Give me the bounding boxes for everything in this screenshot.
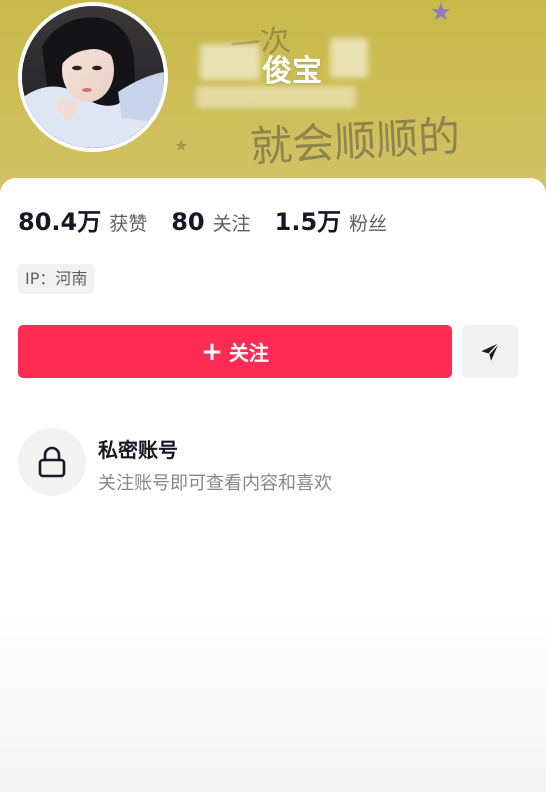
star-icon: ★ bbox=[174, 136, 189, 155]
stat-following[interactable]: 80 关注 bbox=[171, 208, 250, 236]
stat-label: 关注 bbox=[212, 213, 251, 235]
ip-location-badge: IP：河南 bbox=[18, 264, 95, 294]
lock-icon bbox=[38, 446, 66, 478]
stat-label: 粉丝 bbox=[349, 213, 388, 235]
stats-row: 80.4万 获赞 80 关注 1.5万 粉丝 bbox=[18, 202, 411, 237]
avatar-image bbox=[22, 6, 164, 148]
stat-value: 80 bbox=[171, 208, 205, 236]
stat-label: 获赞 bbox=[109, 213, 148, 235]
avatar[interactable] bbox=[18, 2, 168, 152]
profile-nickname: 俊宝 bbox=[262, 54, 322, 89]
private-account-icon-wrap bbox=[18, 428, 86, 496]
profile-card: 80.4万 获赞 80 关注 1.5万 粉丝 IP：河南 + 关注 私密账号 关… bbox=[0, 178, 546, 792]
banner-text-bottom: 就会顺顺的 bbox=[249, 111, 462, 172]
stat-value: 1.5万 bbox=[274, 208, 342, 236]
stat-followers[interactable]: 1.5万 粉丝 bbox=[275, 202, 388, 237]
plus-icon: + bbox=[201, 336, 223, 367]
blurred-region bbox=[330, 38, 368, 78]
share-button[interactable] bbox=[462, 325, 518, 378]
blurred-region bbox=[200, 44, 260, 80]
private-account-description: 关注账号即可查看内容和喜欢 bbox=[98, 473, 332, 494]
stat-value: 80.4万 bbox=[18, 208, 102, 236]
send-icon bbox=[481, 342, 500, 361]
stat-likes[interactable]: 80.4万 获赞 bbox=[18, 202, 147, 237]
private-account-title: 私密账号 bbox=[98, 438, 178, 462]
star-icon: ★ bbox=[430, 0, 452, 26]
follow-button[interactable]: + 关注 bbox=[18, 325, 452, 378]
follow-button-label: 关注 bbox=[228, 341, 269, 365]
